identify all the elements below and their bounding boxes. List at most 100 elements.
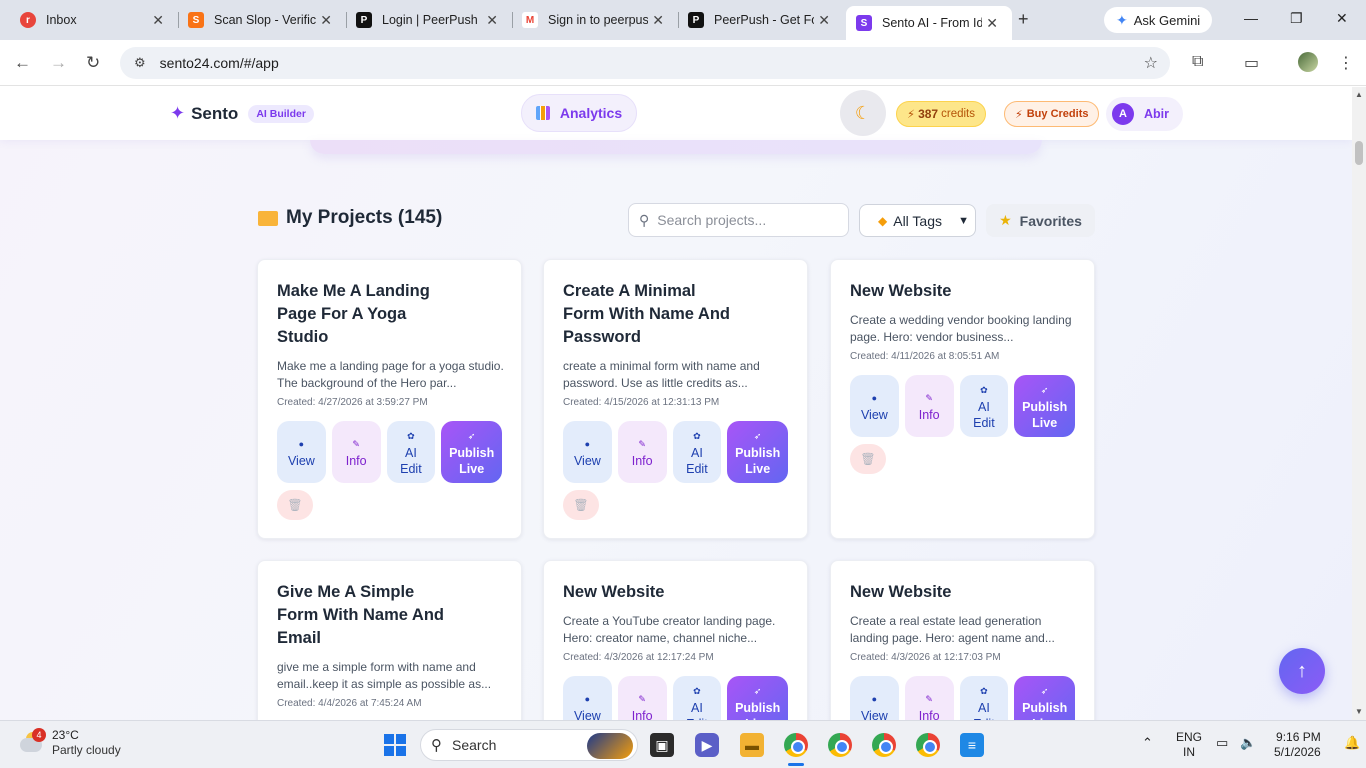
publish-live-button[interactable]: ➶PublishLive bbox=[1014, 375, 1075, 437]
meet-video-icon[interactable]: ▶ bbox=[695, 733, 719, 757]
info-button[interactable]: ✎ Info bbox=[331, 421, 381, 483]
page-scrollbar[interactable]: ▲ ▼ bbox=[1352, 87, 1366, 720]
project-card[interactable]: New Website Create a real estate lead ge… bbox=[830, 560, 1095, 720]
project-title[interactable]: New Website bbox=[563, 581, 783, 604]
view-button[interactable]: ● View bbox=[563, 676, 612, 720]
tags-select[interactable]: ◆ All Tags ▼ bbox=[859, 204, 976, 237]
buy-credits-button[interactable]: ⚡ Buy Credits bbox=[1004, 101, 1100, 127]
project-title[interactable]: New Website bbox=[850, 581, 1070, 604]
view-button[interactable]: ● View bbox=[563, 421, 612, 483]
chrome-icon[interactable] bbox=[784, 733, 808, 757]
favorites-button[interactable]: ★ Favorites bbox=[986, 204, 1095, 237]
ai-edit-button[interactable]: ✿AIEdit bbox=[959, 676, 1009, 720]
minimize-icon[interactable]: — bbox=[1244, 10, 1258, 26]
volume-icon[interactable]: 🔈 bbox=[1240, 735, 1256, 751]
view-button[interactable]: ● View bbox=[850, 676, 899, 720]
scroll-up-arrow-icon[interactable]: ▲ bbox=[1355, 90, 1363, 99]
chevron-up-icon[interactable]: ⌃ bbox=[1142, 735, 1153, 751]
project-card[interactable]: Create A Minimal Form With Name And Pass… bbox=[543, 259, 808, 539]
ai-edit-button[interactable]: ✿AIEdit bbox=[386, 421, 436, 483]
restore-icon[interactable]: ❐ bbox=[1290, 10, 1303, 27]
chrome-profile-icon[interactable] bbox=[916, 733, 940, 757]
info-button[interactable]: ✎ Info bbox=[904, 676, 954, 720]
project-card[interactable]: Make Me A Landing Page For A Yoga Studio… bbox=[257, 259, 522, 539]
tab-search-icon[interactable]: ▭ bbox=[1244, 53, 1259, 73]
language-indicator[interactable]: ENG IN bbox=[1176, 730, 1202, 760]
project-card[interactable]: New Website Create a wedding vendor book… bbox=[830, 259, 1095, 539]
ai-edit-button[interactable]: ✿AIEdit bbox=[672, 421, 722, 483]
view-button[interactable]: ● View bbox=[850, 375, 899, 437]
file-explorer-icon[interactable]: ▬ bbox=[740, 733, 764, 757]
site-settings-icon[interactable]: ⚙ bbox=[134, 55, 146, 71]
delete-button[interactable]: 🗑 bbox=[277, 490, 313, 520]
system-clock[interactable]: 9:16 PM 5/1/2026 bbox=[1274, 730, 1321, 760]
close-icon[interactable]: ✕ bbox=[648, 12, 668, 29]
profile-avatar-icon[interactable] bbox=[1298, 52, 1318, 72]
project-title[interactable]: Give Me A Simple Form With Name And Emai… bbox=[277, 581, 452, 650]
publish-live-button[interactable]: ➶PublishLive bbox=[727, 676, 788, 720]
network-icon[interactable]: ▭ bbox=[1216, 735, 1228, 751]
project-card[interactable]: Give Me A Simple Form With Name And Emai… bbox=[257, 560, 522, 720]
view-label: View bbox=[573, 453, 601, 468]
user-menu-button[interactable]: A Abir bbox=[1106, 97, 1183, 131]
info-button[interactable]: ✎ Info bbox=[617, 676, 667, 720]
project-search-box[interactable]: ⚲ bbox=[628, 203, 849, 237]
close-icon[interactable]: ✕ bbox=[482, 12, 502, 29]
reload-icon[interactable]: ↻ bbox=[86, 53, 100, 73]
chrome-profile-icon[interactable] bbox=[872, 733, 896, 757]
ai-edit-button[interactable]: ✿AIEdit bbox=[672, 676, 722, 720]
projects-title: My Projects (145) bbox=[258, 207, 442, 229]
brand[interactable]: ✦ Sento AI Builder bbox=[170, 103, 314, 124]
tab-gmail-signin[interactable]: M Sign in to peerpus ✕ bbox=[512, 6, 678, 34]
close-icon[interactable]: ✕ bbox=[316, 12, 336, 29]
delete-button[interactable]: 🗑 bbox=[850, 444, 886, 474]
publish-live-button[interactable]: ➶PublishLive bbox=[727, 421, 788, 483]
project-actions: ●View ✎Info ✿AIEdit ➶PublishLive bbox=[563, 676, 788, 720]
new-tab-plus-icon[interactable]: + bbox=[1018, 9, 1029, 30]
view-button[interactable]: ● View bbox=[277, 421, 326, 483]
weather-widget[interactable]: 4 23°C Partly cloudy bbox=[18, 728, 121, 758]
project-card[interactable]: New Website Create a YouTube creator lan… bbox=[543, 560, 808, 720]
project-actions: ●View ✎Info ✿AIEdit ➶PublishLive bbox=[563, 421, 788, 483]
tab-scan-slop[interactable]: S Scan Slop - Verific ✕ bbox=[178, 6, 346, 34]
notepad-icon[interactable]: ≡ bbox=[960, 733, 984, 757]
extensions-puzzle-icon[interactable]: ⧉ bbox=[1192, 53, 1203, 71]
bookmark-star-icon[interactable]: ☆ bbox=[1144, 53, 1158, 73]
project-description: Make me a landing page for a yoga studio… bbox=[277, 359, 504, 390]
ai-label: AI bbox=[978, 700, 990, 715]
tab-peerpush-login[interactable]: P Login | PeerPush ✕ bbox=[346, 6, 512, 34]
credits-badge[interactable]: ⚡ 387 credits bbox=[896, 101, 986, 127]
forward-arrow-icon[interactable]: → bbox=[50, 53, 67, 73]
info-button[interactable]: ✎ Info bbox=[904, 375, 954, 437]
delete-button[interactable]: 🗑 bbox=[563, 490, 599, 520]
taskbar-search[interactable]: ⚲ Search bbox=[420, 729, 638, 761]
notifications-bell-icon[interactable]: 🔔 bbox=[1344, 735, 1360, 751]
tab-peerpush-get[interactable]: P PeerPush - Get Fo ✕ bbox=[678, 6, 844, 34]
kebab-menu-icon[interactable]: ⋮ bbox=[1338, 53, 1354, 73]
close-window-icon[interactable]: ✕ bbox=[1336, 10, 1348, 27]
scroll-down-arrow-icon[interactable]: ▼ bbox=[1355, 707, 1363, 716]
task-view-icon[interactable]: ▣ bbox=[650, 733, 674, 757]
close-icon[interactable]: ✕ bbox=[148, 12, 168, 29]
tab-sento-active[interactable]: S Sento AI - From Id ✕ bbox=[846, 6, 1012, 40]
publish-live-button[interactable]: ➶PublishLive bbox=[441, 421, 502, 483]
search-input[interactable] bbox=[657, 212, 828, 228]
chrome-profile-icon[interactable] bbox=[828, 733, 852, 757]
project-title[interactable]: Make Me A Landing Page For A Yoga Studio bbox=[277, 280, 452, 349]
project-title[interactable]: New Website bbox=[850, 280, 1070, 303]
scroll-to-top-button[interactable]: ↑ bbox=[1279, 648, 1325, 694]
ask-gemini-button[interactable]: ✦ Ask Gemini bbox=[1104, 7, 1213, 33]
back-arrow-icon[interactable]: ← bbox=[14, 53, 31, 73]
publish-live-button[interactable]: ➶PublishLive bbox=[1014, 676, 1075, 720]
windows-start-icon[interactable] bbox=[384, 734, 406, 756]
analytics-button[interactable]: Analytics bbox=[521, 94, 637, 132]
close-icon[interactable]: ✕ bbox=[814, 12, 834, 29]
project-title[interactable]: Create A Minimal Form With Name And Pass… bbox=[563, 280, 738, 349]
dark-mode-toggle[interactable]: ☾ bbox=[840, 90, 886, 136]
close-icon[interactable]: ✕ bbox=[982, 15, 1002, 32]
info-button[interactable]: ✎ Info bbox=[617, 421, 667, 483]
tab-inbox[interactable]: r Inbox ✕ bbox=[10, 6, 178, 34]
ai-edit-button[interactable]: ✿AIEdit bbox=[959, 375, 1009, 437]
address-bar[interactable]: ⚙ sento24.com/#/app ☆ bbox=[120, 47, 1170, 79]
scrollbar-thumb[interactable] bbox=[1355, 141, 1363, 165]
